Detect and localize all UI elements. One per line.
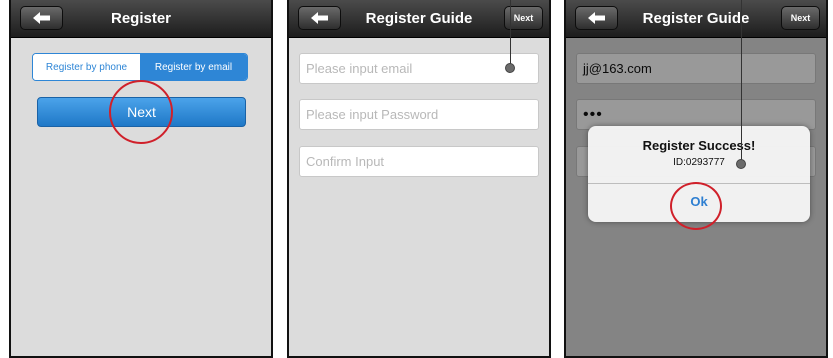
dialog-message: ID:0293777 bbox=[673, 157, 725, 168]
email-field[interactable]: Please input email bbox=[299, 53, 539, 84]
register-screen: Register Register by phone Register by e… bbox=[9, 0, 273, 358]
page-title: Register bbox=[110, 10, 172, 27]
register-guide-screen: Register Guide Next Please input email P… bbox=[287, 0, 551, 358]
register-by-phone-tab[interactable]: Register by phone bbox=[33, 54, 140, 80]
ok-button[interactable]: Ok bbox=[588, 194, 810, 209]
callout-line bbox=[510, 0, 511, 65]
register-method-segmented: Register by phone Register by email bbox=[32, 53, 248, 81]
password-field[interactable]: Please input Password bbox=[299, 99, 539, 130]
success-dialog: Register Success! ID:0293777 Ok bbox=[588, 126, 810, 222]
register-success-screen: Register Guide Next jj@163.com ••• Regis… bbox=[564, 0, 828, 358]
confirm-password-field[interactable]: Confirm Input bbox=[299, 146, 539, 177]
callout-dot bbox=[505, 63, 515, 73]
next-button[interactable]: Next bbox=[781, 6, 820, 30]
navbar: Register bbox=[11, 0, 271, 38]
next-button[interactable]: Next bbox=[37, 97, 246, 127]
dialog-divider bbox=[588, 183, 810, 184]
navbar: Register Guide Next bbox=[566, 0, 826, 38]
callout-dot bbox=[736, 159, 746, 169]
dialog-title: Register Success! bbox=[642, 138, 756, 153]
register-by-email-tab[interactable]: Register by email bbox=[140, 54, 247, 80]
callout-line bbox=[741, 0, 742, 160]
